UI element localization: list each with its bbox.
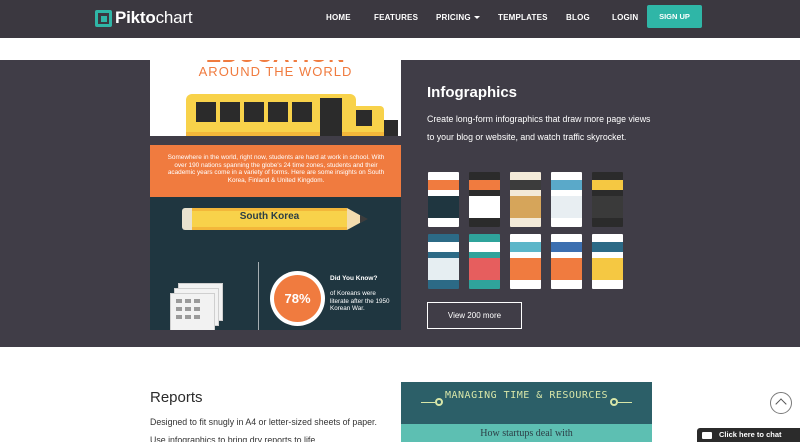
template-thumbnail[interactable] xyxy=(551,172,582,227)
nav-pricing-label: PRICING xyxy=(436,13,471,22)
thumbnail-band xyxy=(551,196,582,218)
thumbnail-band xyxy=(551,180,582,190)
caret-down-icon xyxy=(473,16,480,20)
pencil-lead xyxy=(360,215,368,223)
signup-button[interactable]: SIGN UP xyxy=(647,5,702,28)
reports-description: Designed to fit snugly in A4 or letter-s… xyxy=(150,417,377,442)
thumbnail-band xyxy=(551,242,582,252)
template-thumbnail[interactable] xyxy=(469,234,500,289)
thumbnail-band xyxy=(592,242,623,252)
thumbnail-band xyxy=(469,242,500,252)
template-thumbnail[interactable] xyxy=(428,234,459,289)
chat-button[interactable]: Click here to chat xyxy=(697,428,800,442)
thumbnail-band xyxy=(551,258,582,280)
logo-mark-icon xyxy=(95,9,112,27)
thumbnail-band xyxy=(592,180,623,190)
section-description: Create long-form infographics that draw … xyxy=(427,114,651,142)
intro-text: Somewhere in the world, right now, stude… xyxy=(167,154,385,184)
thumbnail-band xyxy=(428,180,459,190)
piktochart-logo[interactable]: Piktochart xyxy=(95,8,193,28)
template-thumbnail[interactable] xyxy=(428,172,459,227)
template-thumbnail[interactable] xyxy=(469,172,500,227)
nav-features[interactable]: FEATURES xyxy=(374,13,418,22)
ornament-dot xyxy=(610,398,618,406)
thumbnail-band xyxy=(592,196,623,218)
thumbnail-band xyxy=(428,196,459,218)
thumbnail-band xyxy=(428,242,459,252)
pencil-banner: South Korea xyxy=(182,208,372,230)
rule xyxy=(618,402,632,403)
thumbnail-band xyxy=(469,180,500,190)
section-title: Infographics xyxy=(427,84,518,101)
rule xyxy=(421,402,435,403)
nav-pricing[interactable]: PRICING xyxy=(436,13,480,22)
paper-marks xyxy=(176,299,200,319)
chat-bubble-icon xyxy=(702,432,712,439)
thumbnail-band xyxy=(510,258,541,280)
stat-value: 78% xyxy=(274,275,321,322)
reports-title: Reports xyxy=(150,389,203,406)
fact-text: of Koreans were literate after the 1950 … xyxy=(330,290,390,312)
nav-home[interactable]: HOME xyxy=(326,13,351,22)
vertical-divider xyxy=(258,262,259,330)
scroll-to-top-icon[interactable] xyxy=(770,392,792,414)
report-preview[interactable]: MANAGING TIME & RESOURCES How startups d… xyxy=(401,382,652,442)
thumbnail-band xyxy=(469,258,500,280)
report-preview-subheading: How startups deal with xyxy=(480,428,573,439)
nav-blog[interactable]: BLOG xyxy=(566,13,590,22)
nav-login[interactable]: LOGIN xyxy=(612,13,638,22)
view-more-button[interactable]: View 200 more xyxy=(427,302,522,329)
top-navbar: Piktochart HOME FEATURES PRICING TEMPLAT… xyxy=(0,0,800,38)
logo-wordmark: Piktochart xyxy=(115,8,193,27)
thumbnail-band xyxy=(510,242,541,252)
infographic-preview[interactable]: EDUCATION AROUND THE WORLD Somewhere in … xyxy=(150,60,401,330)
thumbnail-band xyxy=(428,258,459,280)
nav-templates[interactable]: TEMPLATES xyxy=(498,13,548,22)
template-thumbnail[interactable] xyxy=(592,172,623,227)
did-you-know-heading: Did You Know? xyxy=(330,275,378,282)
thumbnail-band xyxy=(510,180,541,190)
template-thumbnail[interactable] xyxy=(592,234,623,289)
template-thumbnail[interactable] xyxy=(551,234,582,289)
thumbnail-band xyxy=(592,258,623,280)
country-label: South Korea xyxy=(239,211,300,222)
template-thumbnail[interactable] xyxy=(510,234,541,289)
infographic-subtitle: AROUND THE WORLD xyxy=(198,64,353,79)
thumbnail-band xyxy=(469,196,500,218)
template-thumbnail[interactable] xyxy=(510,172,541,227)
thumbnail-band xyxy=(510,196,541,218)
pencil-eraser xyxy=(182,208,192,230)
